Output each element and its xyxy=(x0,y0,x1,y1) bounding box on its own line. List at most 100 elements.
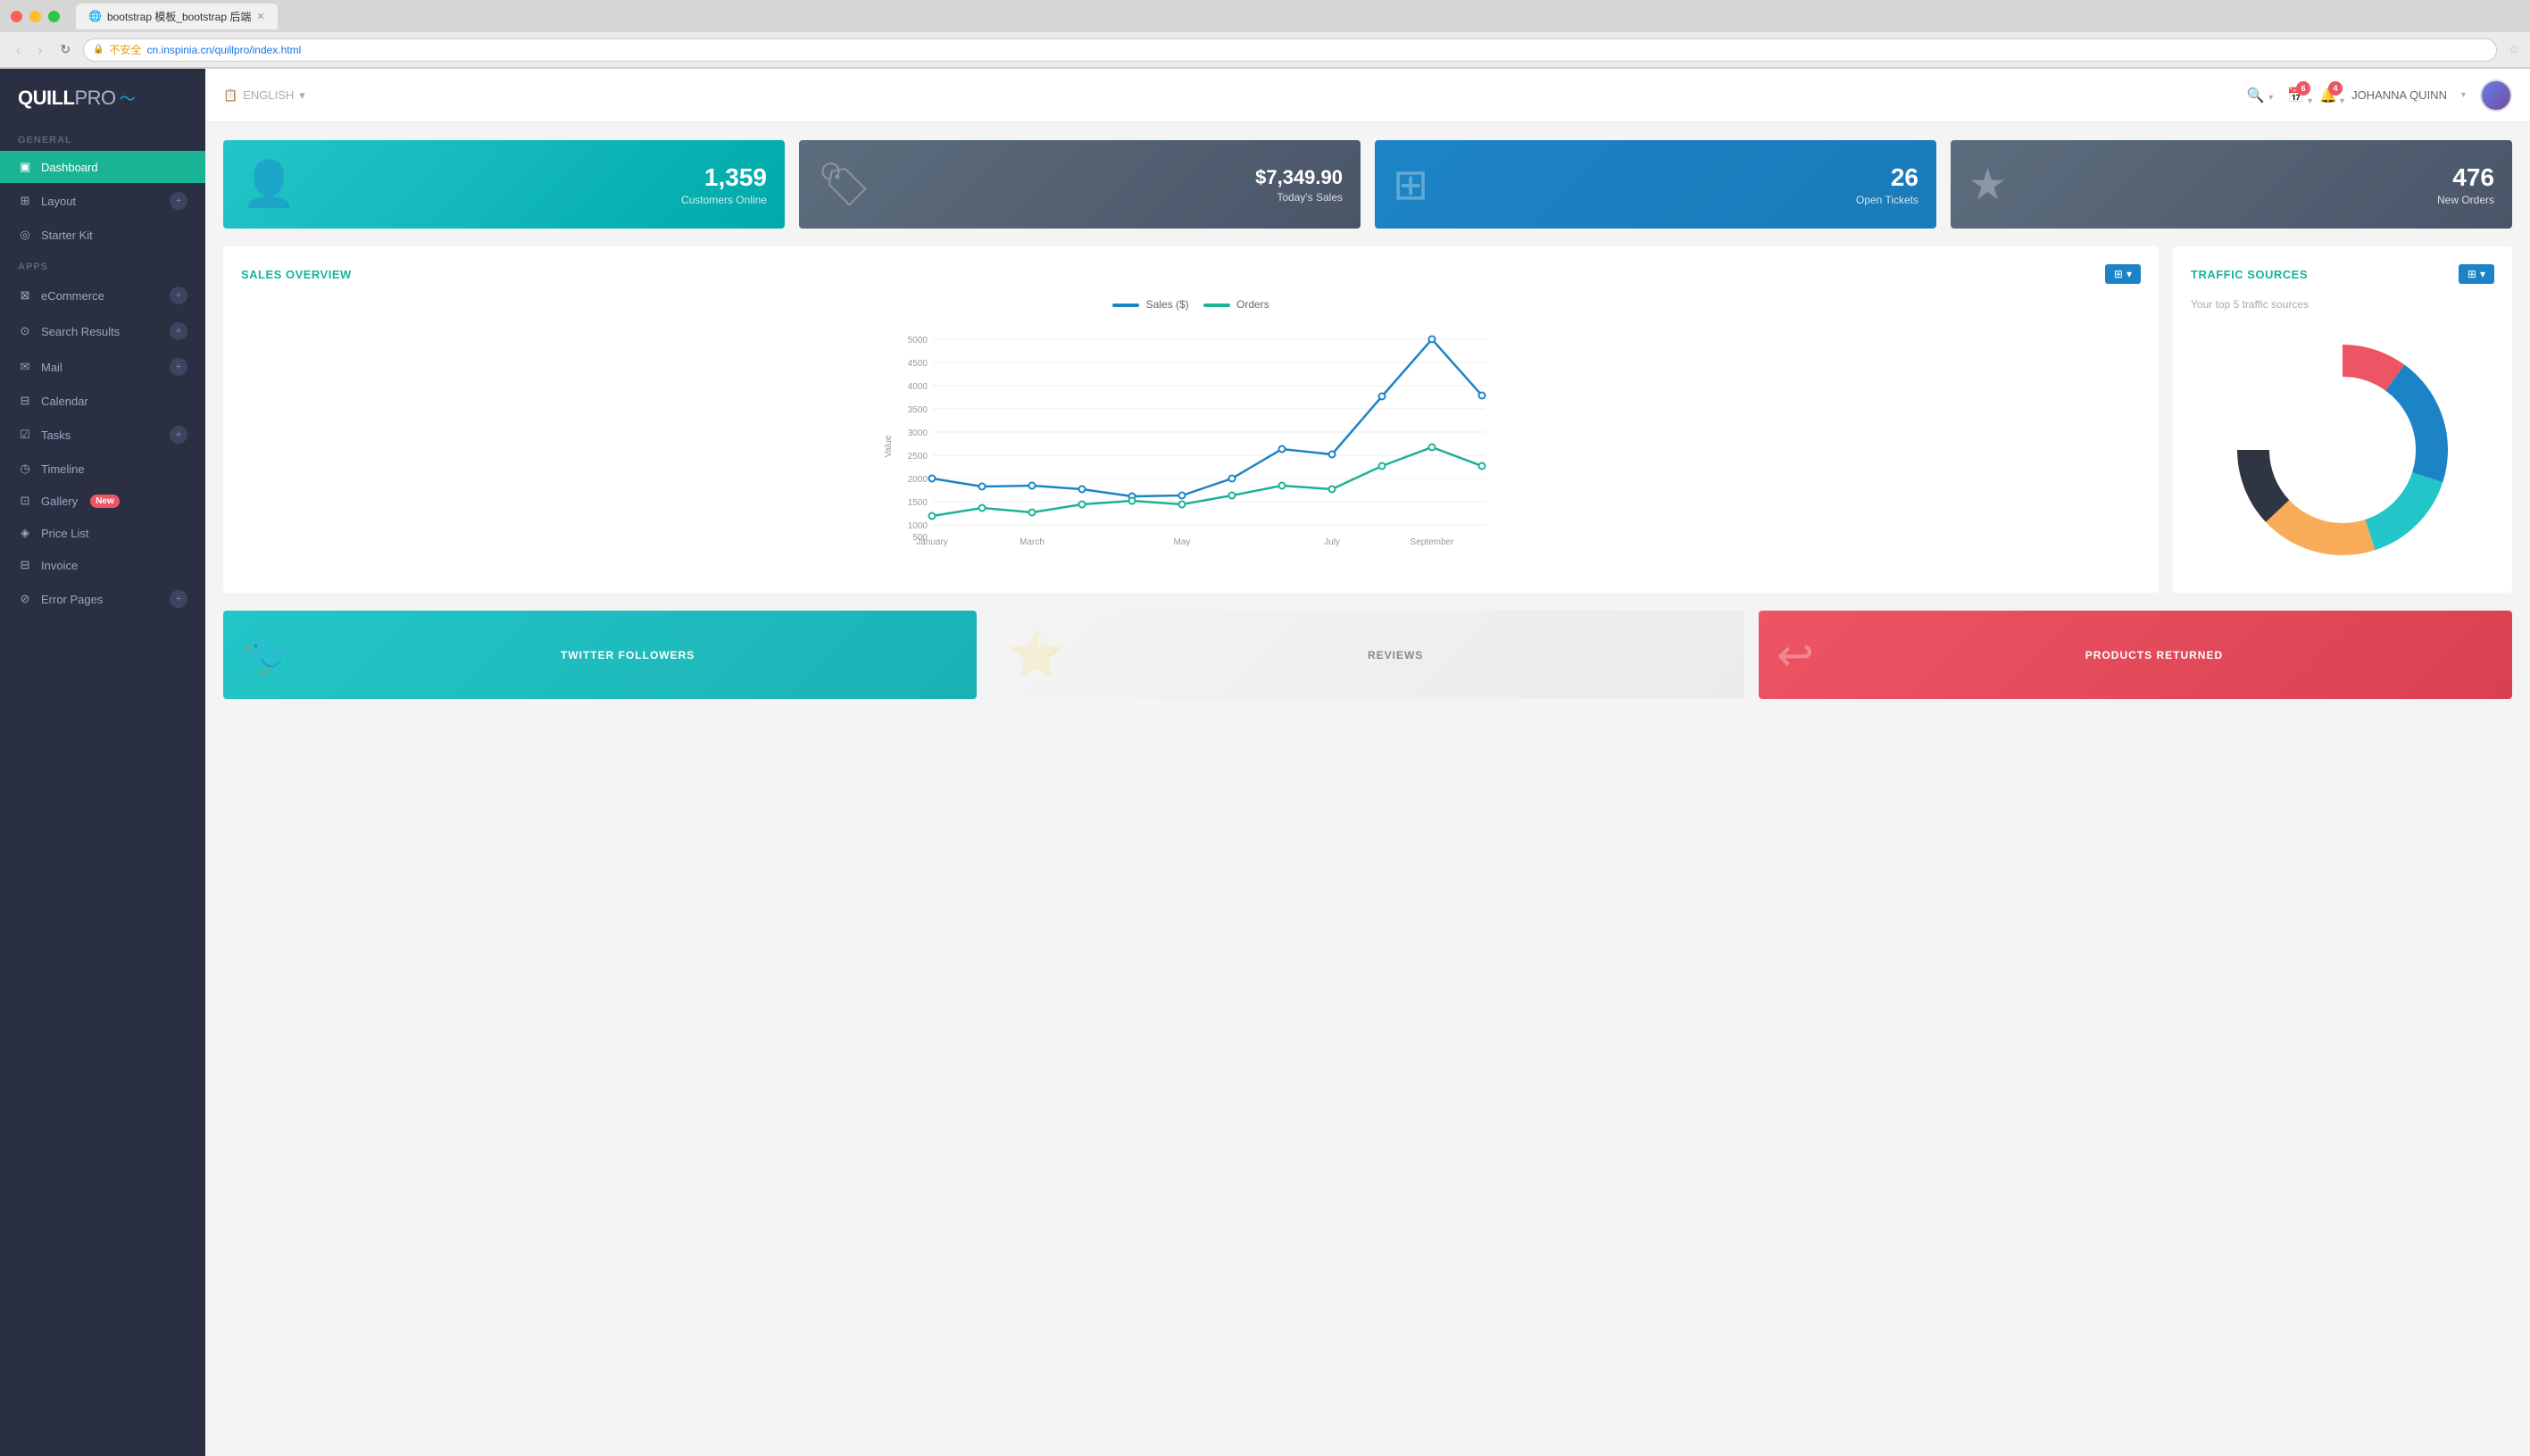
sidebar-item-timeline[interactable]: ◷ Timeline xyxy=(0,453,205,485)
sidebar-item-tasks[interactable]: ☑ Tasks + xyxy=(0,417,205,453)
tab-title: bootstrap 模板_bootstrap 后端 xyxy=(107,9,251,24)
svg-text:Value: Value xyxy=(884,435,894,457)
customers-value: 1,359 xyxy=(681,163,767,192)
sales-chart-title: SALES OVERVIEW xyxy=(241,268,352,281)
ecommerce-plus-button[interactable]: + xyxy=(170,287,187,304)
price-list-icon: ◈ xyxy=(18,526,32,540)
notifications-button[interactable]: 🔔 4 ▾ xyxy=(2319,87,2337,104)
sidebar-label-search-results: Search Results xyxy=(41,325,120,338)
back-button[interactable]: ‹ xyxy=(11,39,26,61)
reviews-label: REVIEWS xyxy=(1064,649,1727,661)
dashboard-icon: ▣ xyxy=(18,160,32,174)
security-label: 不安全 xyxy=(110,42,142,57)
chart-legend: Sales ($) Orders xyxy=(241,298,2141,311)
minimize-dot[interactable] xyxy=(29,11,41,22)
stat-card-tickets[interactable]: ⊞ 26 Open Tickets xyxy=(1375,140,1936,229)
sales-info: $7,349.90 Today's Sales xyxy=(1255,166,1343,204)
customers-label: Customers Online xyxy=(681,194,767,206)
twitter-icon: 🐦 xyxy=(241,628,296,681)
browser-tab[interactable]: 🌐 bootstrap 模板_bootstrap 后端 ✕ xyxy=(76,4,278,29)
sales-chart-svg: 5000 4500 4000 3500 3000 2500 2000 1500 … xyxy=(241,321,2141,553)
sidebar-item-starter-kit[interactable]: ◎ Starter Kit xyxy=(0,219,205,251)
sales-chart-menu-button[interactable]: ⊞ ▾ xyxy=(2105,264,2141,284)
sidebar-item-calendar[interactable]: ⊟ Calendar xyxy=(0,385,205,417)
sidebar-label-invoice: Invoice xyxy=(41,559,78,572)
orders-icon: ★ xyxy=(1968,160,2007,210)
bottom-card-reviews[interactable]: ⭐ REVIEWS xyxy=(991,611,1744,699)
svg-text:5000: 5000 xyxy=(908,336,928,345)
maximize-dot[interactable] xyxy=(48,11,60,22)
forward-button[interactable]: › xyxy=(33,39,48,61)
stat-cards: 👤 1,359 Customers Online 🏷 $7,349.90 Tod… xyxy=(223,140,2512,229)
user-avatar[interactable] xyxy=(2480,79,2512,112)
sales-icon: 🏷 xyxy=(817,159,871,210)
sidebar-item-ecommerce[interactable]: ⊠ eCommerce + xyxy=(0,278,205,313)
browser-titlebar: 🌐 bootstrap 模板_bootstrap 后端 ✕ xyxy=(0,0,2530,32)
sidebar-item-mail[interactable]: ✉ Mail + xyxy=(0,349,205,385)
sales-label: Today's Sales xyxy=(1255,191,1343,204)
app-container: QUILLPRO 〜 GENERAL ▣ Dashboard ⊞ Layout … xyxy=(0,69,2530,1456)
language-dropdown-icon: ▾ xyxy=(299,88,305,103)
user-name[interactable]: JOHANNA QUINN xyxy=(2351,88,2447,102)
mail-plus-button[interactable]: + xyxy=(170,358,187,376)
layout-plus-button[interactable]: + xyxy=(170,192,187,210)
notifications-dropdown-icon: ▾ xyxy=(2340,96,2344,106)
sidebar-item-left: ◎ Starter Kit xyxy=(18,228,93,242)
orders-label: New Orders xyxy=(2437,194,2494,206)
layout-icon: ⊞ xyxy=(18,194,32,208)
header-right: 🔍 ▾ 📅 6 ▾ 🔔 4 ▾ JOHANNA QUINN ▾ xyxy=(2247,79,2512,112)
svg-text:2000: 2000 xyxy=(908,475,928,485)
charts-row: SALES OVERVIEW ⊞ ▾ Sales ($) xyxy=(223,246,2512,593)
sidebar-item-left: ⊙ Search Results xyxy=(18,324,120,338)
address-bar[interactable]: 🔒 不安全 cn.inspinia.cn/quillpro/index.html xyxy=(83,38,2497,62)
error-pages-icon: ⊘ xyxy=(18,592,32,606)
reload-button[interactable]: ↻ xyxy=(54,38,76,61)
svg-text:2500: 2500 xyxy=(908,452,928,462)
svg-text:March: March xyxy=(1019,537,1044,547)
stat-card-customers[interactable]: 👤 1,359 Customers Online xyxy=(223,140,785,229)
sidebar-label-timeline: Timeline xyxy=(41,462,85,476)
sidebar-item-dashboard[interactable]: ▣ Dashboard xyxy=(0,151,205,183)
notifications-badge: 4 xyxy=(2328,81,2343,96)
tab-close-button[interactable]: ✕ xyxy=(256,11,264,22)
bottom-card-twitter[interactable]: 🐦 TWITTER FOLLOWERS xyxy=(223,611,977,699)
book-icon: 📋 xyxy=(223,88,237,103)
tasks-plus-button[interactable]: + xyxy=(170,426,187,444)
traffic-chart-menu-button[interactable]: ⊞ ▾ xyxy=(2459,264,2494,284)
sidebar-item-layout[interactable]: ⊞ Layout + xyxy=(0,183,205,219)
sidebar-item-error-pages[interactable]: ⊘ Error Pages + xyxy=(0,581,205,617)
legend-orders: Orders xyxy=(1203,298,1269,311)
sidebar-item-price-list[interactable]: ◈ Price List xyxy=(0,517,205,549)
bookmark-star-icon[interactable]: ☆ xyxy=(2508,42,2519,57)
sidebar-item-left: ⊘ Error Pages xyxy=(18,592,103,606)
sales-value: $7,349.90 xyxy=(1255,166,1343,189)
user-dropdown-icon: ▾ xyxy=(2461,90,2466,100)
sidebar-label-layout: Layout xyxy=(41,195,76,208)
sidebar-item-search-results[interactable]: ⊙ Search Results + xyxy=(0,313,205,349)
calendar-button[interactable]: 📅 6 ▾ xyxy=(2287,87,2305,104)
sidebar-item-gallery[interactable]: ⊡ Gallery New xyxy=(0,485,205,517)
products-returned-icon: ↩ xyxy=(1777,629,1814,681)
close-dot[interactable] xyxy=(11,11,22,22)
svg-text:January: January xyxy=(916,537,948,547)
traffic-dropdown-icon: ▾ xyxy=(2480,268,2485,280)
svg-text:4000: 4000 xyxy=(908,382,928,392)
ecommerce-icon: ⊠ xyxy=(18,288,32,303)
search-results-plus-button[interactable]: + xyxy=(170,322,187,340)
customers-icon: 👤 xyxy=(241,158,296,211)
stat-card-sales[interactable]: 🏷 $7,349.90 Today's Sales xyxy=(799,140,1361,229)
bottom-card-products-returned[interactable]: ↩ PRODUCTS RETURNED xyxy=(1759,611,2512,699)
timeline-icon: ◷ xyxy=(18,462,32,476)
header-language[interactable]: 📋 ENGLISH ▾ xyxy=(223,88,305,103)
invoice-icon: ⊟ xyxy=(18,558,32,572)
search-button[interactable]: 🔍 ▾ xyxy=(2247,87,2273,104)
sidebar-item-invoice[interactable]: ⊟ Invoice xyxy=(0,549,205,581)
sidebar-item-left: ◷ Timeline xyxy=(18,462,85,476)
browser-chrome: 🌐 bootstrap 模板_bootstrap 后端 ✕ ‹ › ↻ 🔒 不安… xyxy=(0,0,2530,69)
error-pages-plus-button[interactable]: + xyxy=(170,590,187,608)
stat-card-orders[interactable]: ★ 476 New Orders xyxy=(1951,140,2512,229)
svg-text:1000: 1000 xyxy=(908,521,928,531)
bottom-cards: 🐦 TWITTER FOLLOWERS ⭐ REVIEWS ↩ PRODUCTS… xyxy=(223,611,2512,699)
search-dropdown-icon: ▾ xyxy=(2268,93,2273,103)
sidebar-item-left: ▣ Dashboard xyxy=(18,160,98,174)
